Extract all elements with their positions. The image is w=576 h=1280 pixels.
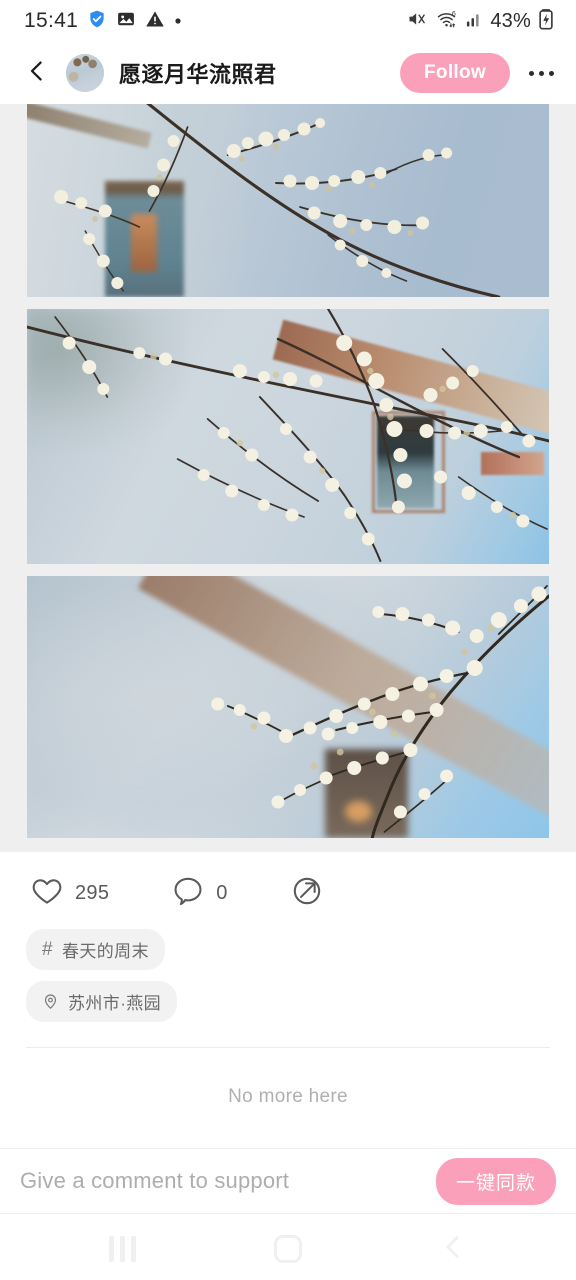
post-action-bar: 295 0: [0, 852, 576, 925]
hashtag-label: 春天的周末: [61, 942, 149, 961]
more-dot: [538, 70, 544, 76]
more-dot: [548, 70, 554, 76]
status-bar-left: 15:41: [24, 9, 182, 34]
warning-triangle-icon: [145, 9, 165, 34]
mute-icon: [406, 9, 428, 34]
share-button[interactable]: [290, 874, 324, 913]
photo-icon: [116, 9, 136, 34]
battery-charging-icon: [538, 8, 554, 35]
comment-button[interactable]: 0: [171, 874, 227, 913]
hashtag-tag[interactable]: # 春天的周末: [26, 929, 165, 970]
post-photo[interactable]: [27, 309, 549, 564]
wifi-6-icon: 6: [435, 9, 458, 34]
comment-count: 0: [216, 882, 228, 904]
username[interactable]: 愿逐月华流照君: [119, 57, 277, 89]
no-more-label: No more here: [228, 1086, 348, 1107]
nav-back-button[interactable]: [423, 1226, 483, 1272]
signal-bars-icon: [465, 9, 483, 34]
like-count: 295: [75, 882, 110, 904]
more-options-button[interactable]: [524, 56, 558, 90]
recents-icon: [109, 1236, 137, 1262]
more-dot: [528, 70, 534, 76]
comment-bar: 一键同款: [0, 1148, 576, 1214]
nav-recents-button[interactable]: [93, 1226, 153, 1272]
post-tags: # 春天的周末 苏州市·燕园: [0, 925, 576, 1033]
android-nav-bar: [0, 1214, 576, 1280]
back-button[interactable]: [22, 58, 52, 88]
status-bar-right: 6 43%: [406, 8, 554, 35]
follow-button[interactable]: Follow: [400, 53, 510, 93]
post-photo[interactable]: [27, 104, 549, 297]
location-pin-icon: [42, 993, 59, 1010]
like-button[interactable]: 295: [30, 874, 109, 913]
post-photo-gallery: [0, 104, 576, 852]
blossom-branch-overlay: [211, 585, 549, 838]
location-tag[interactable]: 苏州市·燕园: [26, 981, 178, 1022]
share-arrow-icon: [290, 874, 324, 913]
comment-bubble-icon: [171, 874, 205, 913]
status-time: 15:41: [24, 9, 79, 32]
blossom-branch-overlay: [27, 309, 549, 562]
chevron-left-icon: [24, 58, 50, 89]
shield-check-icon: [87, 9, 107, 34]
heart-icon: [30, 874, 64, 913]
hash-icon: #: [42, 939, 53, 960]
svg-text:6: 6: [452, 10, 456, 18]
post-header: 愿逐月华流照君 Follow: [0, 42, 576, 104]
dot-icon: [174, 12, 182, 30]
home-icon: [273, 1235, 302, 1263]
status-bar: 15:41 6 43%: [0, 0, 576, 42]
avatar-image: [66, 54, 104, 92]
avatar[interactable]: [66, 54, 104, 92]
battery-percent: 43%: [490, 9, 531, 32]
nav-home-button[interactable]: [258, 1226, 318, 1272]
back-icon: [438, 1232, 468, 1267]
blossom-branch-overlay: [54, 104, 501, 297]
comment-input[interactable]: [20, 1168, 436, 1194]
post-photo[interactable]: [27, 576, 549, 838]
post-content: 295 0 # 春天的周末 苏州市·燕园 No more here: [0, 852, 576, 1148]
location-label: 苏州市·燕园: [68, 994, 162, 1013]
sync-same-style-button[interactable]: 一键同款: [435, 1157, 556, 1205]
